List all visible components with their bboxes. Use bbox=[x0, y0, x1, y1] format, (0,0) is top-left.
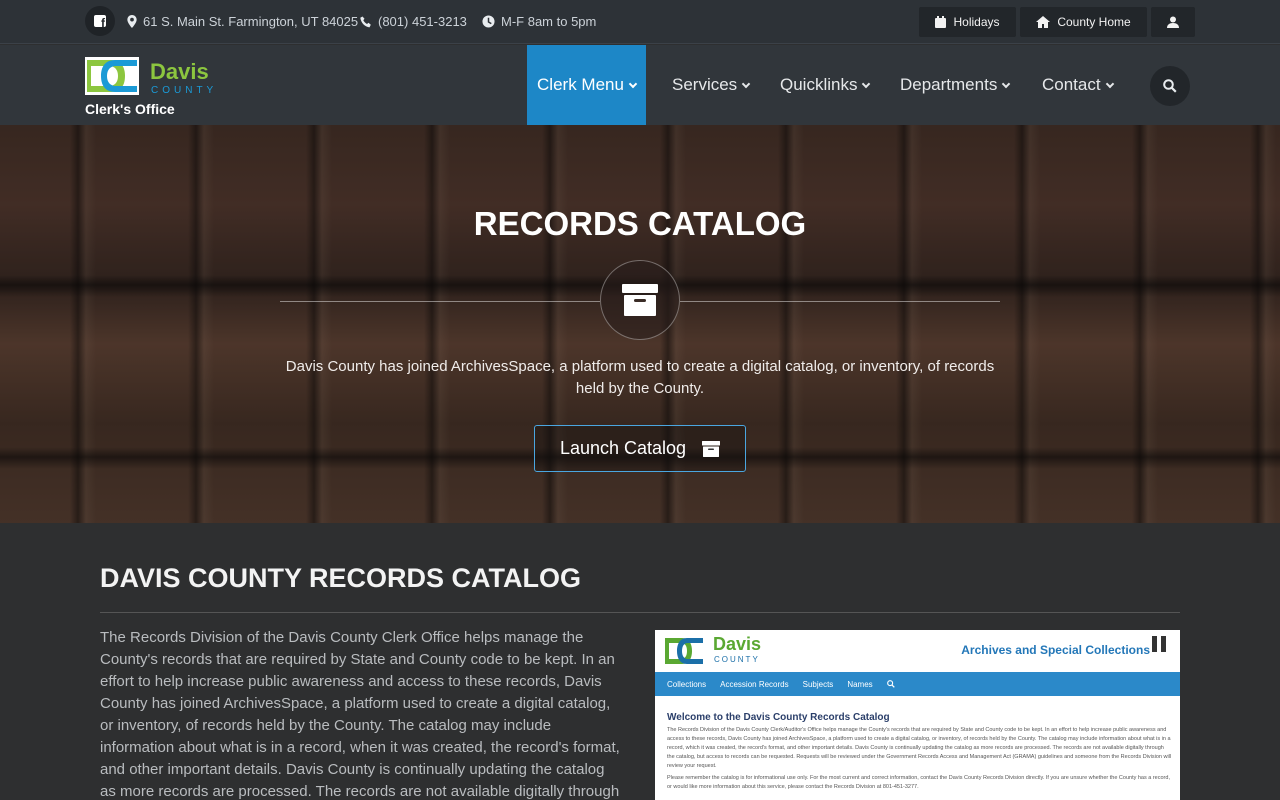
pause-icon[interactable] bbox=[1152, 636, 1166, 652]
section-divider bbox=[100, 612, 1180, 613]
hero-divider-right bbox=[680, 301, 1000, 302]
main-content: DAVIS COUNTY RECORDS CATALOG The Records… bbox=[0, 523, 1280, 800]
screenshot-nav-item: Collections bbox=[667, 679, 707, 689]
chevron-down-icon bbox=[862, 79, 871, 88]
nav-label: Quicklinks bbox=[780, 75, 858, 94]
nav-label: Departments bbox=[900, 75, 998, 94]
site-logo[interactable]: Davis COUNTY Clerk's Office bbox=[85, 57, 235, 119]
hero-icon-circle bbox=[600, 260, 680, 340]
screenshot-text-2: Please remember the catalog is for infor… bbox=[667, 775, 1170, 790]
clock-icon bbox=[482, 15, 495, 28]
holidays-label: Holidays bbox=[953, 15, 1000, 29]
screenshot-logo-name: Davis bbox=[713, 634, 762, 654]
search-icon bbox=[886, 680, 895, 688]
nav-label: Clerk Menu bbox=[537, 75, 624, 94]
launch-catalog-label: Launch Catalog bbox=[559, 438, 687, 458]
section-title: DAVIS COUNTY RECORDS CATALOG bbox=[100, 563, 581, 594]
map-marker-icon bbox=[127, 15, 137, 28]
address-info: 61 S. Main St. Farmington, UT 84025 bbox=[127, 14, 358, 29]
archive-icon bbox=[702, 440, 721, 457]
screenshot-nav-item: Accession Records bbox=[720, 679, 789, 689]
nav-label: Contact bbox=[1042, 75, 1101, 94]
hero-description: Davis County has joined ArchivesSpace, a… bbox=[285, 358, 995, 397]
hours-info: M-F 8am to 5pm bbox=[482, 14, 596, 29]
screenshot-heading: Archives and Special Collections bbox=[961, 643, 1150, 657]
nav-quicklinks[interactable]: Quicklinks bbox=[780, 45, 871, 125]
chevron-down-icon bbox=[1105, 79, 1114, 88]
nav-clerk-menu[interactable]: Clerk Menu bbox=[527, 45, 646, 125]
screenshot-nav-item: Subjects bbox=[802, 679, 834, 689]
nav-departments[interactable]: Departments bbox=[900, 45, 1011, 125]
chevron-down-icon bbox=[1002, 79, 1011, 88]
catalog-screenshot-image[interactable]: Davis COUNTY Archives and Special Collec… bbox=[655, 630, 1180, 800]
logo-county: COUNTY bbox=[151, 85, 218, 96]
county-home-label: County Home bbox=[1057, 15, 1131, 29]
top-info-bar: 61 S. Main St. Farmington, UT 84025 (801… bbox=[0, 0, 1280, 44]
county-home-button[interactable]: County Home bbox=[1020, 7, 1147, 37]
section-title-light: DAVIS COUNTY bbox=[100, 563, 310, 593]
hero-banner: RECORDS CATALOG Davis County has joined … bbox=[0, 125, 1280, 523]
phone-text: (801) 451-3213 bbox=[378, 14, 467, 29]
chevron-down-icon bbox=[741, 79, 751, 88]
archive-icon bbox=[622, 284, 658, 316]
user-icon bbox=[1167, 16, 1179, 28]
address-text: 61 S. Main St. Farmington, UT 84025 bbox=[143, 14, 359, 29]
hours-text: M-F 8am to 5pm bbox=[501, 14, 597, 29]
home-icon bbox=[1036, 16, 1051, 28]
search-icon bbox=[1163, 79, 1177, 93]
screenshot-nav: Collections Accession Records Subjects N… bbox=[655, 672, 1180, 696]
logo-office-label: Clerk's Office bbox=[85, 101, 175, 117]
facebook-link[interactable] bbox=[85, 6, 115, 36]
page-title: RECORDS CATALOG bbox=[473, 205, 807, 242]
davis-county-logo-mark bbox=[85, 57, 139, 95]
nav-label: Services bbox=[672, 75, 738, 94]
screenshot-welcome: Welcome to the Davis County Records Cata… bbox=[667, 712, 890, 723]
phone-info[interactable]: (801) 451-3213 bbox=[360, 14, 467, 29]
holidays-button[interactable]: Holidays bbox=[919, 7, 1016, 37]
search-button[interactable] bbox=[1150, 66, 1190, 106]
calendar-icon bbox=[935, 16, 947, 28]
phone-icon bbox=[360, 16, 371, 27]
nav-contact[interactable]: Contact bbox=[1042, 45, 1114, 125]
main-navigation: Davis COUNTY Clerk's Office Clerk Menu S… bbox=[0, 45, 1280, 125]
screenshot-nav-item: Names bbox=[847, 679, 873, 689]
section-title-bold: RECORDS CATALOG bbox=[309, 563, 582, 593]
user-button[interactable] bbox=[1151, 7, 1195, 37]
nav-services[interactable]: Services bbox=[672, 45, 751, 125]
intro-paragraph: The Records Division of the Davis County… bbox=[100, 629, 620, 800]
logo-name: Davis bbox=[150, 59, 209, 84]
hero-divider-left bbox=[280, 301, 600, 302]
chevron-down-icon bbox=[628, 79, 638, 88]
screenshot-logo-county: COUNTY bbox=[714, 655, 760, 664]
screenshot-text: The Records Division of the Davis County… bbox=[667, 727, 1172, 769]
facebook-icon bbox=[94, 15, 106, 27]
launch-catalog-button[interactable]: Launch Catalog bbox=[534, 425, 746, 472]
